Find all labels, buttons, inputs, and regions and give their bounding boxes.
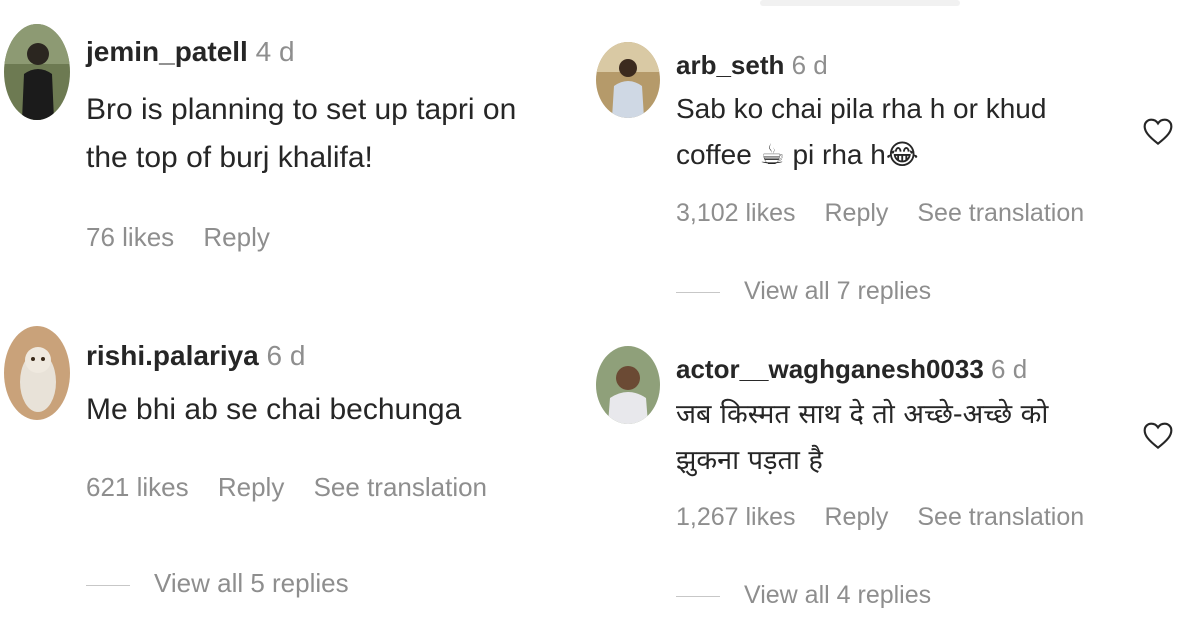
comment-text-line: जब किस्मत साथ दे तो अच्छे-अच्छे को [676,399,1049,430]
laughing-emoji: 😂 [885,138,919,171]
username[interactable]: actor__waghganesh0033 [676,354,984,384]
likes-count[interactable]: 621 likes [86,472,189,502]
comment-text-segment: pi rha h [792,139,886,170]
comment-age: 6 d [266,340,306,371]
comment-text: Sab ko chai pila rha h or khud coffee ☕ … [676,86,1046,178]
reply-button[interactable]: Reply [218,472,284,502]
comment-text-segment: coffee [676,139,752,170]
comment-actions: 76 likes Reply [86,220,292,254]
avatar[interactable] [596,346,660,424]
comment-actions: 621 likes Reply See translation [86,470,509,504]
view-replies-label: View all 7 replies [744,277,932,305]
reply-button[interactable]: Reply [824,503,888,531]
hot-beverage-emoji: ☕ [759,138,785,171]
avatar-photo [596,42,660,118]
comment-header: rishi.palariya 6 d [86,338,305,374]
comment-jemin-patell: jemin_patell 4 d Bro is planning to set … [0,0,560,280]
likes-count[interactable]: 3,102 likes [676,199,796,227]
comment-text-line: Sab ko chai pila rha h or khud [676,93,1047,124]
likes-count[interactable]: 76 likes [86,222,174,252]
avatar-photo [4,24,70,120]
avatar[interactable] [4,326,70,420]
comment-text-line: the top of burj khalifa! [86,141,373,174]
view-replies[interactable]: View all 7 replies [676,274,931,308]
comment-text-line: coffee ☕ pi rha h😂 [676,132,1046,178]
avatar[interactable] [4,24,70,120]
reply-button[interactable]: Reply [203,222,269,252]
see-translation-link[interactable]: See translation [314,472,487,502]
username[interactable]: rishi.palariya [86,340,259,371]
replies-divider-line [676,595,720,597]
comment-text: जब किस्मत साथ दे तो अच्छे-अच्छे को झुकना… [676,392,1048,484]
comment-header: actor__waghganesh0033 6 d [676,352,1027,386]
avatar-photo [596,346,660,424]
see-translation-link[interactable]: See translation [917,503,1084,531]
comment-text-line: Bro is planning to set up tapri on [86,93,517,126]
comment-age: 6 d [791,50,828,80]
avatar[interactable] [596,42,660,118]
view-replies[interactable]: View all 5 replies [86,566,349,600]
comment-age: 4 d [255,36,295,67]
comment-text-line: Me bhi ab se chai bechunga [86,393,462,426]
comment-header: arb_seth 6 d [676,48,828,82]
comment-age: 6 d [991,354,1028,384]
comment-arb-seth: arb_seth 6 d Sab ko chai pila rha h or k… [590,0,1200,320]
comment-actor-waghganesh0033: actor__waghganesh0033 6 d जब किस्मत साथ … [590,330,1200,628]
view-replies[interactable]: View all 4 replies [676,578,931,612]
heart-outline-icon[interactable] [1142,116,1174,146]
comment-actions: 1,267 likes Reply See translation [676,500,1106,534]
replies-divider-line [676,291,720,293]
replies-divider-line [86,584,130,586]
comment-rishi-palariya: rishi.palariya 6 d Me bhi ab se chai bec… [0,300,560,620]
comment-text: Bro is planning to set up tapri on the t… [86,86,516,182]
avatar-photo [4,326,70,420]
comment-text: Me bhi ab se chai bechunga [86,386,461,434]
heart-outline-icon[interactable] [1142,420,1174,450]
comment-header: jemin_patell 4 d [86,34,295,70]
comment-actions: 3,102 likes Reply See translation [676,196,1106,230]
username[interactable]: arb_seth [676,50,784,80]
reply-button[interactable]: Reply [824,199,888,227]
username[interactable]: jemin_patell [86,36,248,67]
see-translation-link[interactable]: See translation [917,199,1084,227]
likes-count[interactable]: 1,267 likes [676,503,796,531]
view-replies-label: View all 5 replies [154,568,349,598]
view-replies-label: View all 4 replies [744,581,932,609]
comment-text-line: झुकना पड़ता है [676,445,823,476]
